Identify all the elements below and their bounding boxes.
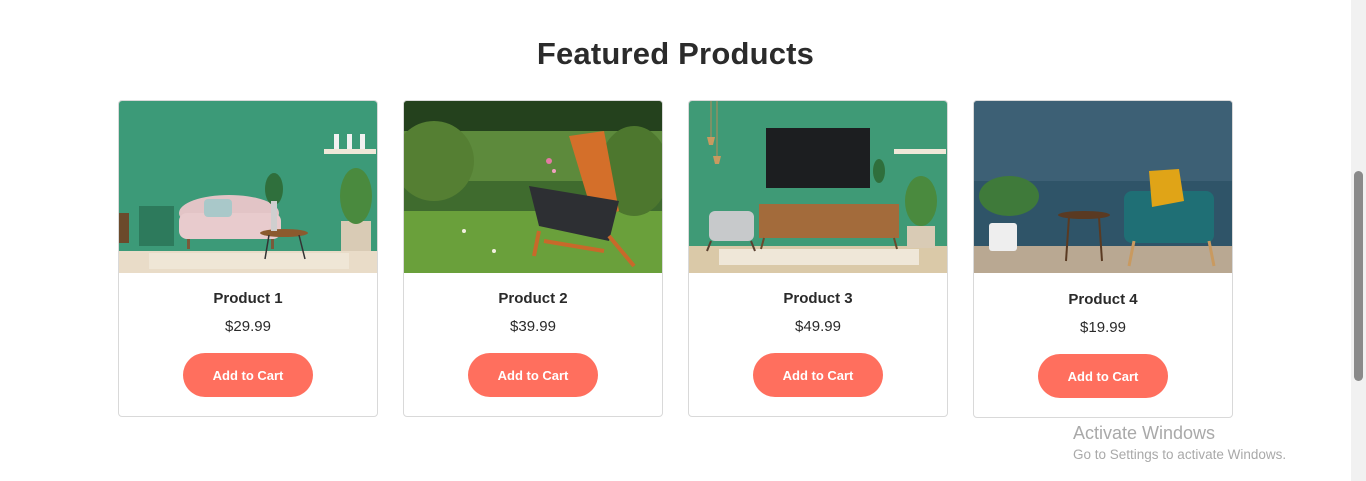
product-name: Product 3 (783, 290, 853, 307)
product-card: Product 1 $29.99 Add to Cart (118, 100, 378, 417)
product-card: Product 3 $49.99 Add to Cart (688, 100, 948, 417)
product-name: Product 4 (1068, 291, 1138, 308)
product-image (119, 101, 377, 273)
product-name: Product 1 (213, 290, 283, 307)
add-to-cart-button[interactable]: Add to Cart (1038, 354, 1168, 398)
product-price: $29.99 (225, 318, 271, 335)
watermark-title: Activate Windows (1073, 423, 1216, 443)
add-to-cart-button[interactable]: Add to Cart (753, 353, 883, 397)
product-card: Product 2 $39.99 Add to Cart (403, 100, 663, 417)
product-image (974, 101, 1232, 273)
tv-console-image (689, 101, 947, 273)
sofa-image (119, 101, 377, 273)
product-price: $19.99 (1080, 319, 1126, 336)
windows-activation-watermark: Activate Windows Go to Settings to activ… (1073, 423, 1286, 462)
product-price: $39.99 (510, 318, 556, 335)
watermark-subtitle: Go to Settings to activate Windows. (1073, 447, 1287, 462)
add-to-cart-button[interactable]: Add to Cart (468, 353, 598, 397)
armchair-image (974, 101, 1232, 273)
product-name: Product 2 (498, 290, 568, 307)
product-price: $49.99 (795, 318, 841, 335)
product-image (404, 101, 662, 273)
vertical-scrollbar[interactable] (1351, 0, 1366, 481)
scrollbar-thumb[interactable] (1354, 171, 1363, 381)
product-card: Product 4 $19.99 Add to Cart (973, 100, 1233, 418)
product-grid: Product 1 $29.99 Add to Cart Product 2 $… (118, 100, 1233, 418)
section-title: Featured Products (536, 36, 815, 71)
add-to-cart-button[interactable]: Add to Cart (183, 353, 313, 397)
garden-chair-image (404, 101, 662, 273)
product-image (689, 101, 947, 273)
